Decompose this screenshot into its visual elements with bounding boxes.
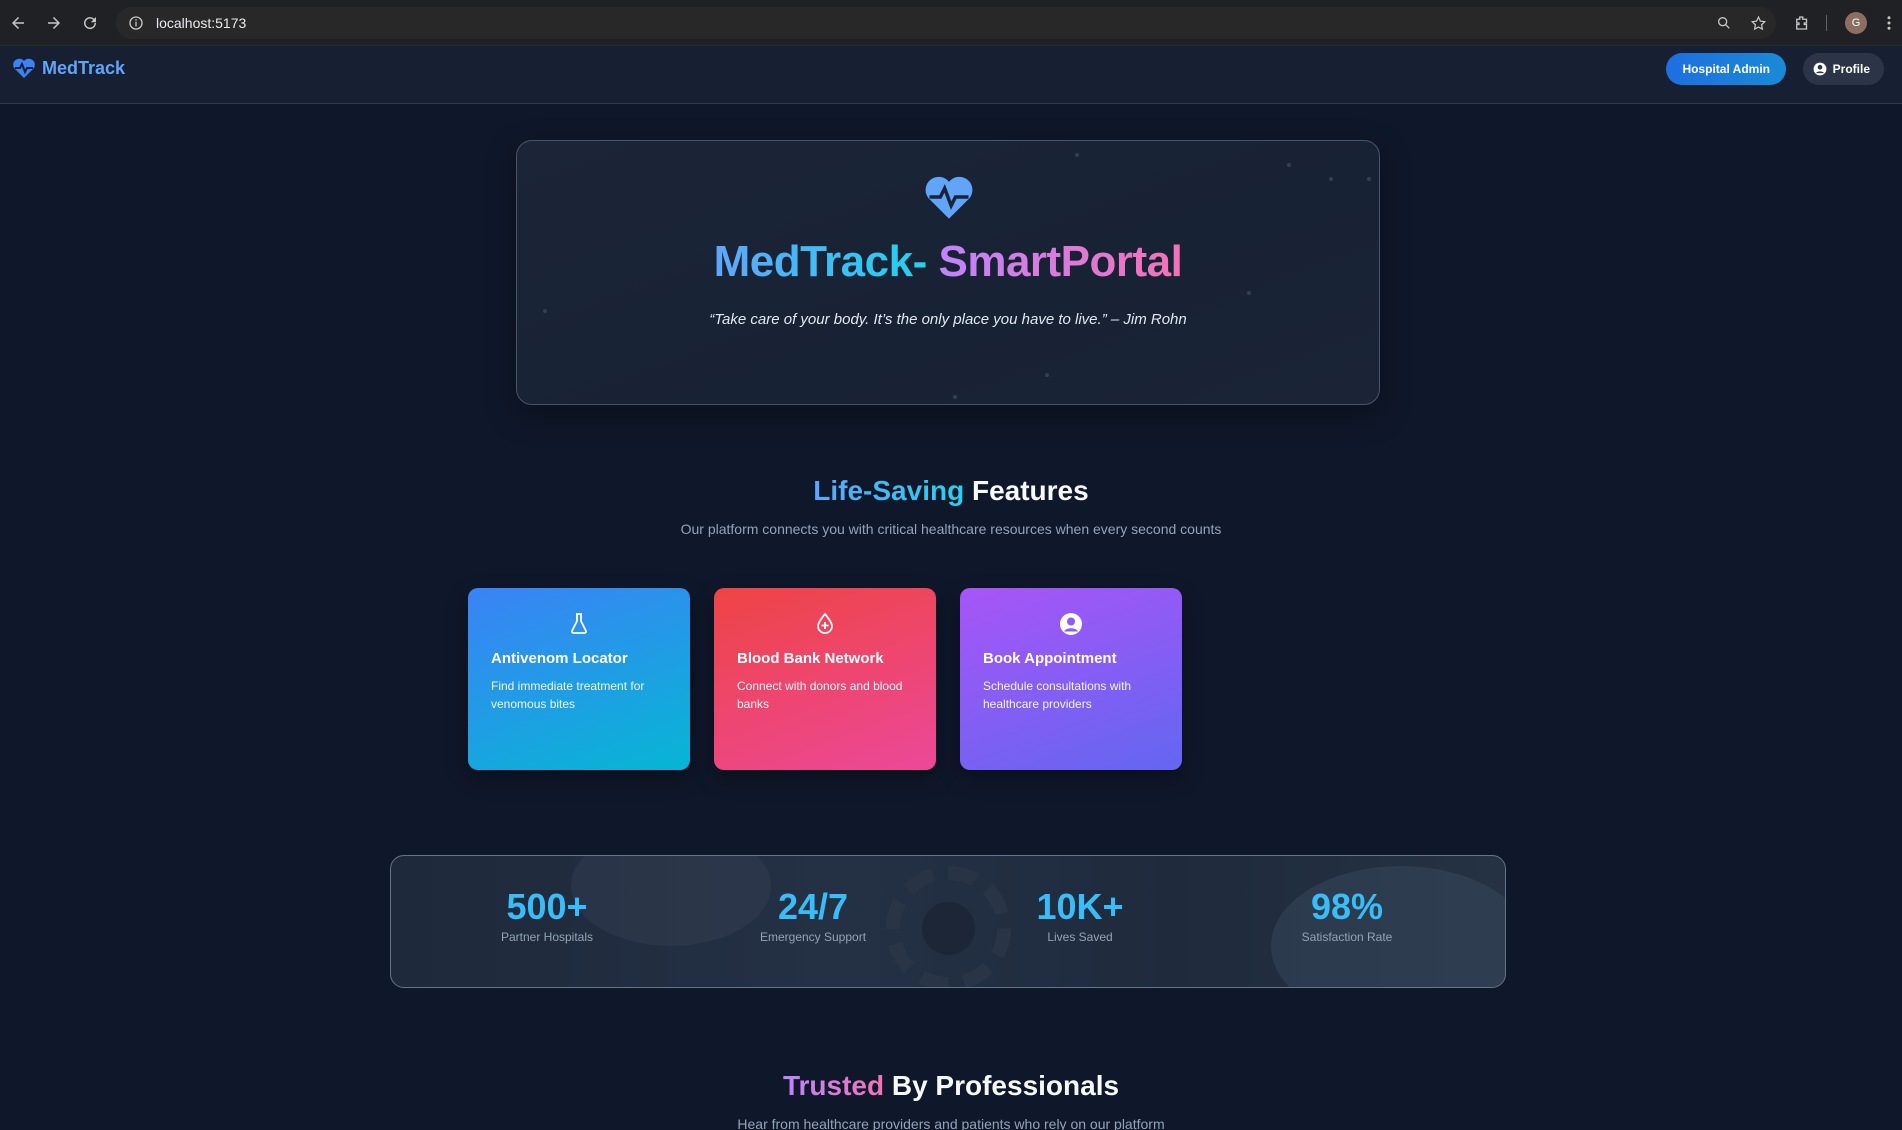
decorative-dot — [1045, 373, 1049, 377]
stat-partner-hospitals: 500+ Partner Hospitals — [447, 886, 647, 945]
hero-card: MedTrack- SmartPortal “Take care of your… — [516, 140, 1380, 405]
hero-quote: “Take care of your body. It’s the only p… — [709, 311, 1187, 328]
profile-button[interactable]: Profile — [1802, 53, 1884, 85]
blood-drop-icon — [737, 612, 913, 636]
zoom-icon[interactable] — [1714, 13, 1734, 33]
feature-title: Book Appointment — [983, 650, 1117, 667]
hero-title: MedTrack- SmartPortal — [517, 237, 1379, 287]
stat-value: 10K+ — [1036, 886, 1124, 927]
stat-value: 24/7 — [777, 886, 849, 927]
address-bar[interactable]: localhost:5173 — [116, 7, 1776, 39]
profile-avatar[interactable]: G — [1845, 12, 1867, 34]
testimonials-heading-accent: Trusted — [782, 1070, 885, 1101]
hero-title-part2: SmartPortal — [938, 237, 1183, 286]
hero-title-part1: MedTrack- — [713, 237, 928, 286]
testimonials-heading-rest: By Professionals — [891, 1070, 1120, 1101]
features-heading-rest: Features — [971, 475, 1089, 506]
decorative-dot — [1247, 291, 1251, 295]
blood-bank-network-card[interactable]: Blood Bank Network Connect with donors a… — [714, 588, 936, 770]
feature-description: Find immediate treatment for venomous bi… — [491, 679, 645, 711]
features-subtitle: Our platform connects you with critical … — [680, 521, 1222, 537]
heart-pulse-icon — [923, 173, 975, 221]
user-circle-icon — [1813, 62, 1827, 76]
extensions-icon[interactable] — [1784, 0, 1820, 46]
stat-satisfaction-rate: 98% Satisfaction Rate — [1247, 886, 1447, 945]
bookmark-star-icon[interactable] — [1748, 13, 1768, 33]
stat-value: 98% — [1310, 886, 1384, 927]
decorative-dot — [1367, 177, 1371, 181]
site-info-icon[interactable] — [126, 13, 146, 33]
testimonials-subtitle: Hear from healthcare providers and patie… — [737, 1116, 1165, 1130]
stats-panel: 500+ Partner Hospitals 24/7 Emergency Su… — [390, 855, 1506, 988]
reload-icon[interactable] — [72, 0, 108, 46]
flask-icon — [491, 612, 667, 636]
hospital-admin-button[interactable]: Hospital Admin — [1666, 53, 1786, 85]
profile-label: Profile — [1832, 62, 1870, 76]
decorative-dot — [1287, 163, 1291, 167]
testimonials-heading: Trusted By Professionals — [0, 1070, 1902, 1102]
stat-label: Partner Hospitals — [500, 930, 594, 944]
stat-label: Lives Saved — [1047, 930, 1113, 944]
toolbar-divider — [1826, 15, 1827, 31]
stat-value: 500+ — [506, 886, 588, 927]
features-heading: Life-Saving Features — [0, 475, 1902, 507]
decorative-dot — [953, 395, 957, 399]
brand-name: MedTrack — [42, 57, 126, 78]
browser-toolbar: localhost:5173 G — [0, 0, 1902, 46]
features-heading-accent: Life-Saving — [813, 475, 965, 506]
book-appointment-card[interactable]: Book Appointment Schedule consultations … — [960, 588, 1182, 770]
feature-title: Antivenom Locator — [491, 650, 628, 667]
brand-logo[interactable]: MedTrack — [12, 46, 125, 90]
stat-label: Emergency Support — [759, 930, 867, 944]
feature-title: Blood Bank Network — [737, 650, 884, 667]
app-header: MedTrack Hospital Admin Profile — [0, 46, 1902, 104]
antivenom-locator-card[interactable]: Antivenom Locator Find immediate treatme… — [468, 588, 690, 770]
decorative-dot — [1075, 153, 1079, 157]
user-circle-icon — [983, 612, 1159, 636]
forward-icon[interactable] — [36, 0, 72, 46]
back-icon[interactable] — [0, 0, 36, 46]
feature-description: Schedule consultations with healthcare p… — [983, 679, 1132, 711]
stat-label: Satisfaction Rate — [1301, 930, 1393, 944]
stat-lives-saved: 10K+ Lives Saved — [980, 886, 1180, 945]
heart-pulse-icon — [13, 58, 35, 78]
stat-emergency-support: 24/7 Emergency Support — [713, 886, 913, 945]
url-text: localhost:5173 — [156, 15, 247, 31]
feature-description: Connect with donors and blood banks — [737, 679, 903, 711]
decorative-dot — [1329, 177, 1333, 181]
browser-menu-icon[interactable] — [1876, 0, 1902, 46]
